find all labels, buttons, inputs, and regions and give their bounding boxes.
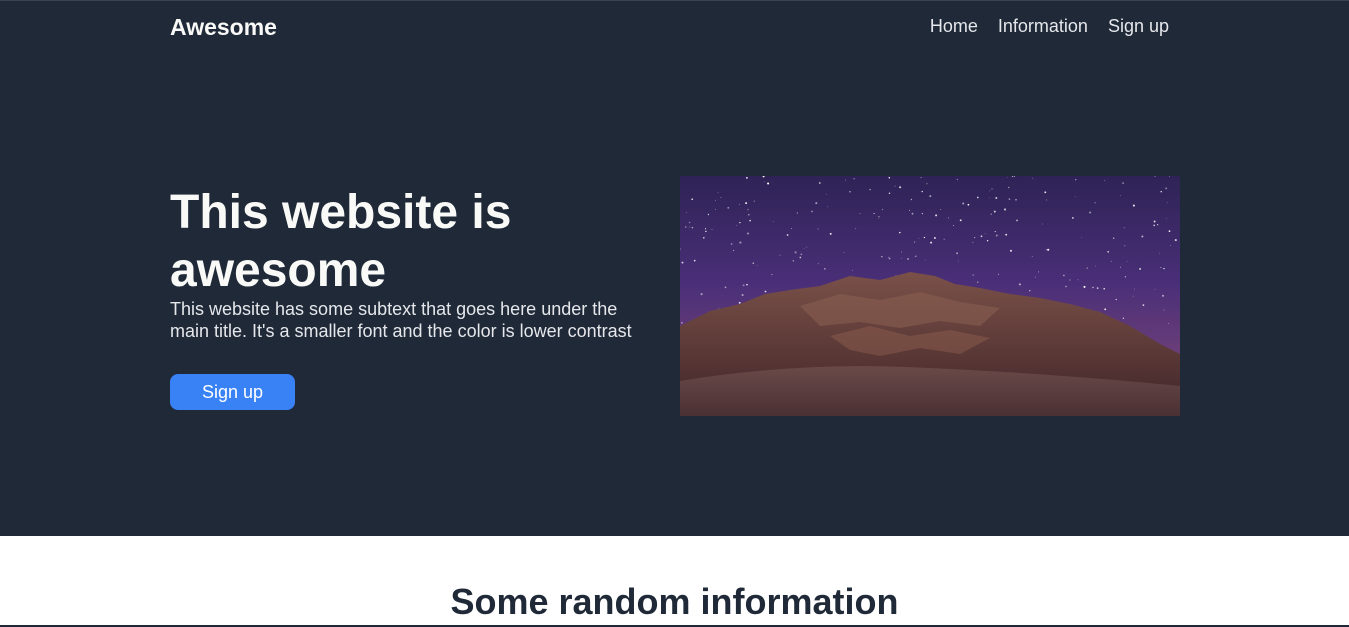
- nav-link-home[interactable]: Home: [930, 16, 978, 37]
- top-nav: Home Information Sign up: [930, 16, 1169, 37]
- info-section-title: Some random information: [450, 581, 899, 622]
- site-logo[interactable]: Awesome: [170, 14, 277, 41]
- hero-title: This website is awesome: [170, 186, 512, 297]
- night-sky-mountain-image: [680, 176, 1180, 416]
- hero-section: Awesome Home Information Sign up This we…: [0, 0, 1349, 536]
- nav-link-sign-up[interactable]: Sign up: [1108, 16, 1169, 37]
- sign-up-button[interactable]: Sign up: [170, 374, 295, 410]
- nav-link-information[interactable]: Information: [998, 16, 1088, 37]
- hero-subtext: This website has some subtext that goes …: [170, 299, 632, 341]
